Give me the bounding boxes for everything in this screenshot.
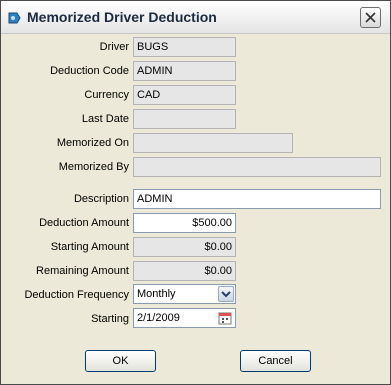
starting-amount-field: $0.00 — [133, 237, 236, 257]
last-date-label: Last Date — [81, 113, 129, 125]
currency-field: CAD — [133, 85, 236, 105]
starting-date-input[interactable]: 2/1/2009 — [133, 308, 236, 328]
deduction-amount-label: Deduction Amount — [39, 217, 129, 229]
chevron-down-icon — [221, 291, 231, 298]
currency-label: Currency — [84, 89, 129, 101]
description-input[interactable]: ADMIN — [133, 189, 381, 209]
deduction-code-label: Deduction Code — [50, 65, 129, 77]
memorized-by-field — [133, 157, 381, 177]
deduction-frequency-label: Deduction Frequency — [24, 289, 129, 301]
title-bar: Memorized Driver Deduction — [1, 1, 390, 34]
driver-label: Driver — [99, 41, 129, 53]
close-icon — [365, 12, 376, 23]
driver-field: BUGS — [133, 37, 236, 57]
starting-amount-label: Starting Amount — [50, 241, 129, 253]
memorized-on-field — [133, 133, 293, 153]
close-button[interactable] — [360, 7, 381, 28]
dropdown-button[interactable] — [218, 286, 234, 302]
remaining-amount-field: $0.00 — [133, 261, 236, 281]
last-date-field — [133, 109, 236, 129]
memorized-by-label: Memorized By — [58, 161, 129, 173]
window-title: Memorized Driver Deduction — [27, 9, 217, 25]
cancel-button[interactable]: Cancel — [240, 350, 311, 372]
deduction-code-field: ADMIN — [133, 61, 236, 81]
deduction-frequency-select[interactable]: Monthly — [133, 284, 236, 304]
starting-label: Starting — [91, 313, 129, 325]
remaining-amount-label: Remaining Amount — [36, 265, 129, 277]
ok-button[interactable]: OK — [85, 350, 156, 372]
deduction-frequency-value: Monthly — [137, 288, 176, 300]
dialog-window: Memorized Driver Deduction Driver Deduct… — [0, 0, 391, 385]
starting-date-value: 2/1/2009 — [137, 312, 180, 324]
description-label: Description — [73, 193, 129, 205]
calendar-icon[interactable] — [218, 311, 232, 325]
app-icon — [7, 10, 23, 26]
deduction-amount-input[interactable]: $500.00 — [133, 213, 236, 233]
memorized-on-label: Memorized On — [56, 137, 129, 149]
